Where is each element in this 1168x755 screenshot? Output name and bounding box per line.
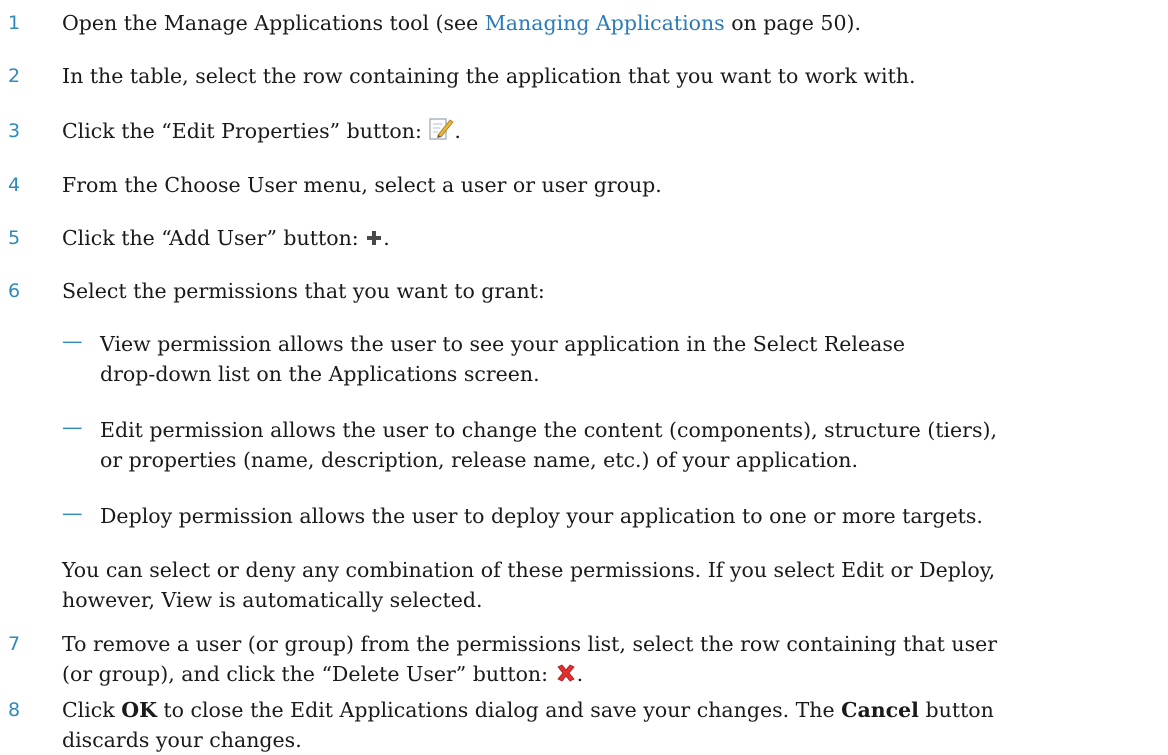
step-number: 8: [8, 699, 21, 721]
step-text: To remove a user (or group) from the per…: [62, 629, 1162, 691]
step-number: 1: [8, 12, 21, 34]
edit-properties-icon: [428, 117, 454, 149]
step-text: Select the permissions that you want to …: [62, 279, 545, 303]
bullet-dash: —: [62, 415, 83, 439]
step-number: 2: [8, 65, 21, 87]
step-text: Click the “Edit Properties” button: .: [62, 116, 1162, 149]
step-number: 7: [8, 633, 21, 655]
bullet-text: Edit permission allows the user to chang…: [100, 418, 997, 472]
add-user-icon: [365, 225, 383, 255]
delete-user-icon: [555, 661, 577, 691]
bullet-dash: —: [62, 501, 83, 525]
cancel-label: Cancel: [841, 698, 919, 722]
step-number: 4: [8, 174, 21, 196]
ok-label: OK: [121, 698, 157, 722]
note-text: You can select or deny any combination o…: [62, 558, 996, 612]
step-text: In the table, select the row containing …: [62, 64, 916, 88]
bullet-text: View permission allows the user to see y…: [100, 332, 905, 386]
step-text: Click the “Add User” button: .: [62, 223, 1162, 255]
step-text: From the Choose User menu, select a user…: [62, 173, 662, 197]
step-number: 3: [8, 120, 21, 142]
step-number: 6: [8, 280, 21, 302]
bullet-dash: —: [62, 329, 83, 353]
step-text: Click OK to close the Edit Applications …: [62, 698, 994, 752]
step-number: 5: [8, 227, 21, 249]
step-text: Open the Manage Applications tool (see M…: [62, 11, 861, 35]
managing-applications-link[interactable]: Managing Applications: [485, 11, 725, 35]
bullet-text: Deploy permission allows the user to dep…: [100, 504, 983, 528]
